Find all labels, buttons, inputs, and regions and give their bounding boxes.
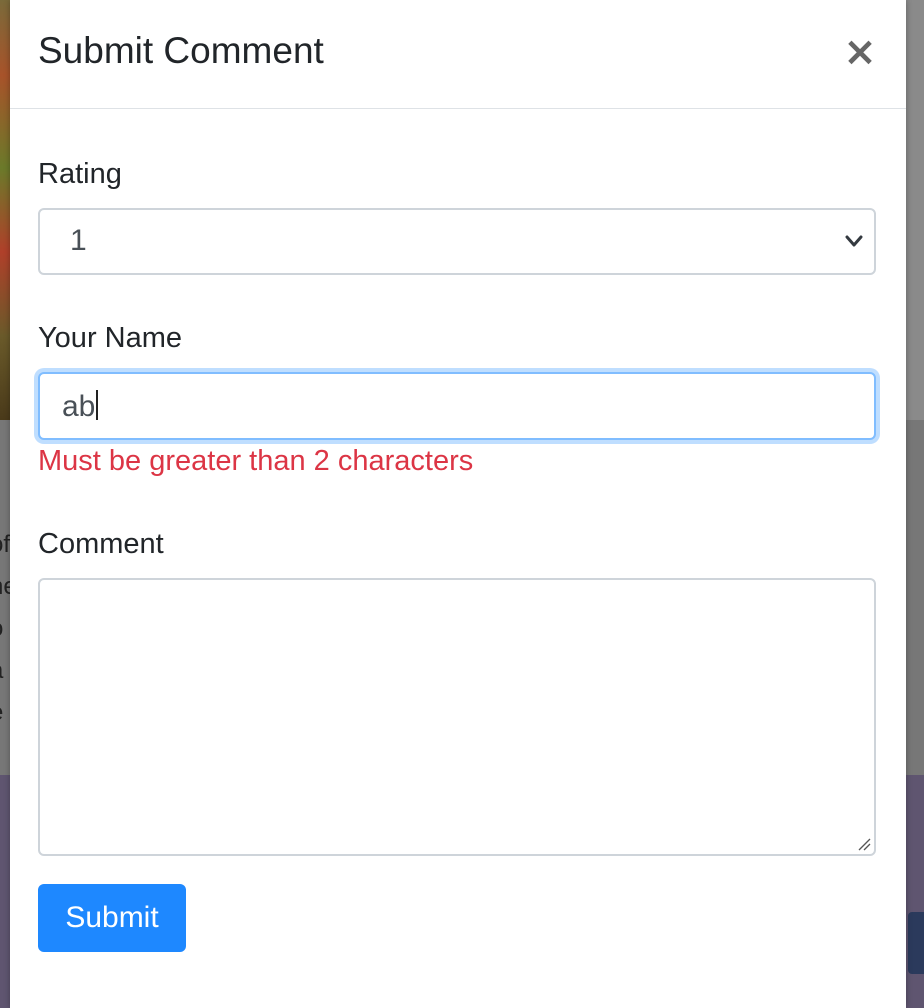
background-text: a: [0, 650, 3, 692]
submit-button[interactable]: Submit: [38, 884, 186, 952]
resize-handle-icon[interactable]: [856, 836, 872, 852]
rating-label: Rating: [38, 158, 122, 190]
chevron-down-icon: [845, 235, 863, 247]
rating-selected-value: 1: [70, 224, 87, 257]
submit-comment-modal: Submit Comment × Rating 1 Your Name ab M…: [10, 0, 906, 1008]
name-value-text: ab: [62, 390, 96, 423]
text-caret: [96, 390, 99, 420]
background-button: [908, 912, 924, 974]
background-text: e: [0, 692, 3, 734]
comment-label: Comment: [38, 528, 164, 560]
comment-textarea[interactable]: [38, 578, 876, 856]
modal-header: Submit Comment ×: [10, 0, 906, 109]
close-icon[interactable]: ×: [842, 30, 878, 74]
background-text: of: [0, 531, 11, 558]
rating-select[interactable]: 1: [38, 208, 876, 275]
name-error-message: Must be greater than 2 characters: [38, 445, 474, 477]
name-label: Your Name: [38, 322, 183, 354]
background-text: o: [0, 608, 3, 650]
name-input[interactable]: ab: [38, 372, 876, 440]
modal-title: Submit Comment: [38, 30, 324, 71]
name-input-value: ab: [62, 390, 99, 424]
